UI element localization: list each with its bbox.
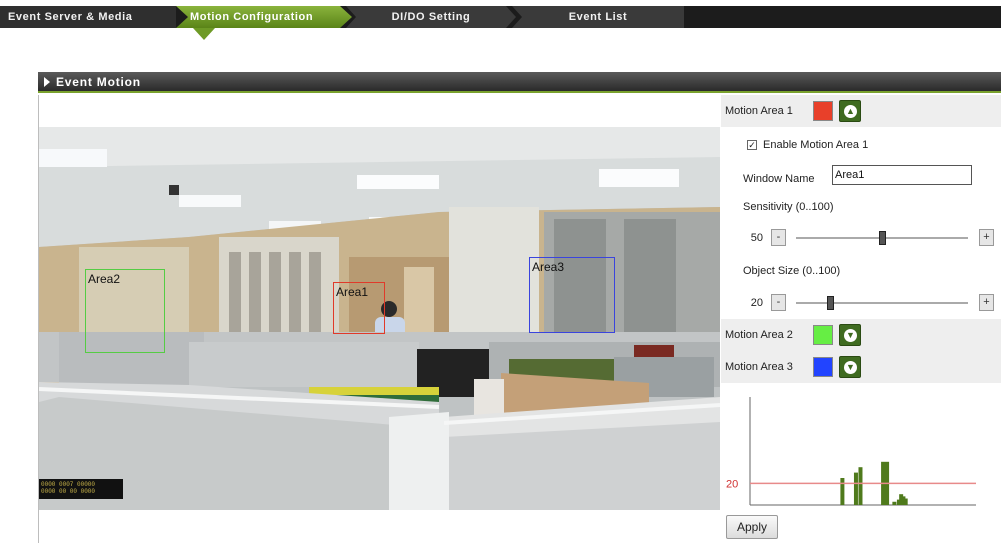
motion-zone-area1[interactable]: Area1 (333, 282, 385, 334)
motion-area-1-label: Motion Area 1 (725, 105, 793, 117)
sensitivity-slider-thumb[interactable] (879, 231, 886, 245)
chevron-down-icon: ▼ (844, 329, 857, 342)
zone-label: Area1 (336, 285, 369, 299)
motion-area-3-label: Motion Area 3 (725, 361, 793, 373)
motion-level-chart: 20 (726, 397, 976, 506)
motion-level-bar (840, 478, 845, 505)
enable-area-checkbox[interactable]: ✓ (747, 140, 757, 150)
object-size-value: 20 (750, 297, 763, 309)
sensitivity-value: 50 (750, 232, 763, 244)
enable-area-row: ✓ Enable Motion Area 1 (721, 129, 1001, 161)
threshold-label: 20 (726, 478, 738, 490)
sensitivity-label: Sensitivity (0..100) (743, 201, 834, 213)
camera-view[interactable]: Area2 Area1 Area3 0000 0007 00000 0000 0… (39, 127, 720, 510)
area3-color-swatch[interactable] (813, 357, 833, 377)
zone-label: Area3 (532, 260, 565, 274)
tab-dido-setting[interactable]: DI/DO Setting (346, 6, 516, 28)
osd-line: 0000 00 00 0000 (41, 488, 96, 495)
object-size-label: Object Size (0..100) (743, 265, 841, 277)
window-name-input[interactable] (832, 165, 972, 185)
tab-motion-configuration[interactable]: Motion Configuration (176, 6, 352, 28)
area3-expand-button[interactable]: ▼ (839, 356, 861, 378)
motion-level-bar (903, 498, 908, 505)
zone-label: Area2 (88, 272, 121, 286)
motion-zone-area2[interactable]: Area2 (85, 269, 165, 353)
triangle-right-icon (44, 77, 50, 87)
apply-button[interactable]: Apply (726, 515, 778, 539)
motion-area-3-row: Motion Area 3 ▼ (721, 351, 1001, 383)
tab-bar: Event Server & Media DI/DO Setting Event… (0, 6, 1001, 28)
area1-color-swatch[interactable] (813, 101, 833, 121)
motion-area-2-label: Motion Area 2 (725, 329, 793, 341)
object-size-label-row: Object Size (0..100) (721, 255, 1001, 287)
tab-event-list[interactable]: Event List (512, 6, 684, 28)
motion-level-bar (858, 467, 863, 505)
sensitivity-decrease-button[interactable]: - (771, 229, 786, 246)
camera-osd-timestamp: 0000 0007 00000 0000 00 00 0000 (39, 479, 123, 499)
tab-event-server-media[interactable]: Event Server & Media (0, 6, 176, 28)
motion-zone-area3[interactable]: Area3 (529, 257, 615, 333)
motion-area-2-row: Motion Area 2 ▼ (721, 319, 1001, 351)
area2-color-swatch[interactable] (813, 325, 833, 345)
sensitivity-increase-button[interactable]: + (979, 229, 994, 246)
enable-area-label: Enable Motion Area 1 (763, 139, 869, 151)
motion-level-bar (892, 501, 897, 505)
section-header: Event Motion (38, 72, 1001, 93)
object-size-decrease-button[interactable]: - (771, 294, 786, 311)
motion-level-bar (853, 472, 858, 505)
osd-line: 0000 0007 00000 (41, 481, 96, 488)
sensitivity-slider-row: 50 - + (721, 222, 1001, 254)
chevron-up-icon: ▲ (844, 105, 857, 118)
section-title: Event Motion (56, 75, 141, 89)
object-size-slider-row: 20 - + (721, 287, 1001, 319)
sensitivity-label-row: Sensitivity (0..100) (721, 193, 1001, 225)
object-size-slider-track[interactable] (796, 302, 968, 304)
object-size-increase-button[interactable]: + (979, 294, 994, 311)
area2-expand-button[interactable]: ▼ (839, 324, 861, 346)
window-name-label: Window Name (743, 173, 815, 185)
object-size-slider-thumb[interactable] (827, 296, 835, 310)
active-tab-pointer (193, 28, 215, 40)
window-name-row: Window Name (721, 161, 1001, 193)
chevron-down-icon: ▼ (844, 361, 857, 374)
motion-area-1-row: Motion Area 1 ▲ (721, 95, 1001, 127)
area1-collapse-button[interactable]: ▲ (839, 100, 861, 122)
motion-settings-panel: Motion Area 1 ▲ ✓ Enable Motion Area 1 W… (721, 95, 1001, 543)
